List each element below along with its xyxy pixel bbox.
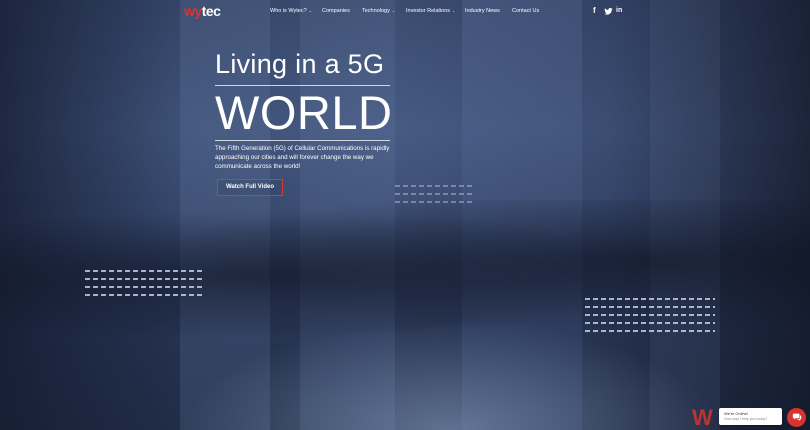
background-city-lights: [395, 185, 475, 209]
nav-item-label: Investor Relations: [406, 8, 451, 14]
nav-item-who-is-wytec[interactable]: Who is Wytec? ⌄: [270, 7, 312, 15]
nav-item-companies[interactable]: Companies: [322, 7, 350, 15]
nav-item-label: Contact Us: [512, 8, 540, 14]
hero-headline: Living in a 5G: [215, 49, 385, 79]
chat-icon: [792, 413, 801, 421]
headline-divider: [215, 140, 390, 141]
nav-item-investor-relations[interactable]: Investor Relations ⌄: [406, 7, 455, 15]
chevron-down-icon: ⌄: [391, 8, 396, 13]
background-city-lights: [85, 270, 205, 302]
chat-subtitle: How may I help you today?: [724, 417, 768, 421]
nav-item-label: Companies: [322, 8, 350, 14]
nav-item-contact-us[interactable]: Contact Us: [512, 7, 539, 15]
hero-subheadline: WORLD: [215, 86, 393, 139]
chat-title: We're Online!: [724, 411, 749, 416]
chevron-down-icon: ⌄: [308, 8, 312, 13]
nav-item-label: Industry News: [465, 8, 500, 14]
chat-open-button[interactable]: [787, 408, 806, 427]
linkedin-icon[interactable]: in: [616, 5, 622, 17]
twitter-icon[interactable]: [604, 5, 613, 21]
nav-item-label: Technology: [362, 8, 390, 14]
nav-item-industry-news[interactable]: Industry News: [465, 7, 500, 15]
chat-prompt-bubble[interactable]: We're Online! How may I help you today?: [719, 408, 782, 425]
chevron-down-icon: ⌄: [452, 8, 456, 13]
top-navbar: wytec Who is Wytec? ⌄ Companies Technolog…: [0, 0, 810, 22]
watch-full-video-button[interactable]: Watch Full Video: [217, 179, 283, 196]
wytec-logo[interactable]: wytec: [184, 3, 221, 19]
facebook-icon[interactable]: f: [593, 5, 596, 17]
nav-item-technology[interactable]: Technology ⌄: [362, 7, 395, 15]
background-city-lights: [585, 298, 715, 338]
nav-item-label: Who is Wytec?: [270, 8, 307, 14]
chat-logo-watermark: W: [692, 405, 713, 430]
logo-text-wy: wy: [184, 3, 202, 19]
hero-description: The Fifth Generation (5G) of Cellular Co…: [215, 145, 390, 170]
logo-text-tec: tec: [201, 3, 221, 19]
